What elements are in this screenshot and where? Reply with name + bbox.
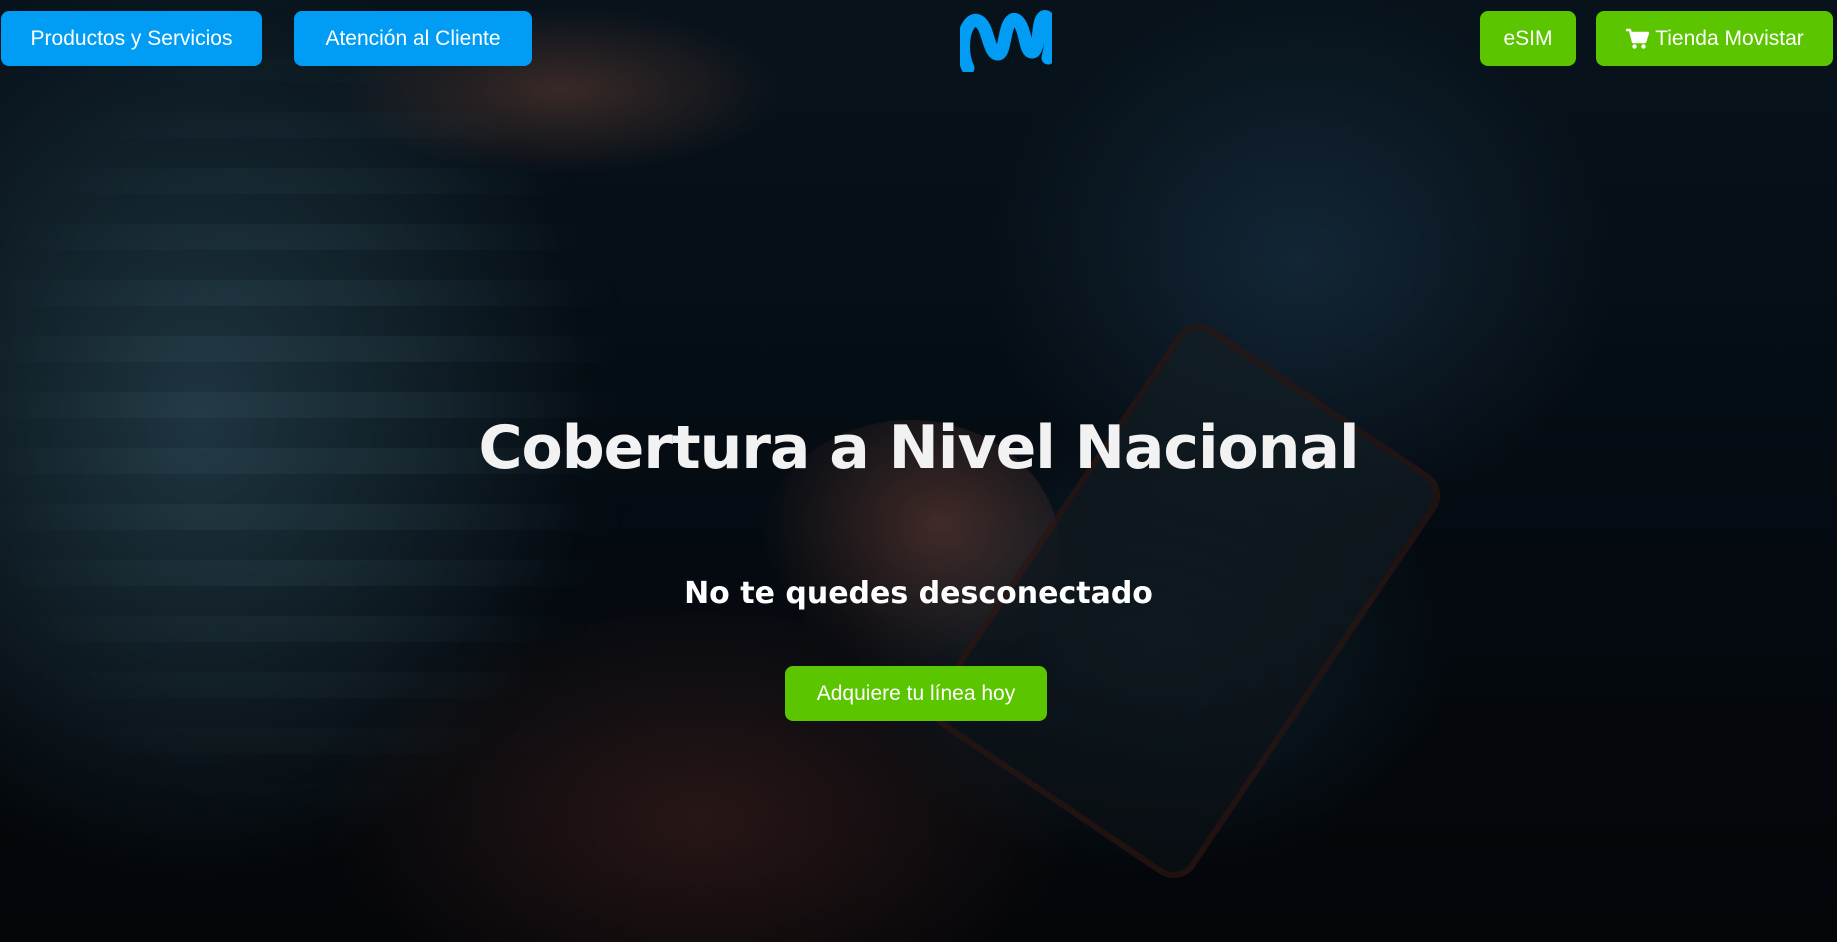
tienda-movistar-button[interactable]: Tienda Movistar [1596,11,1833,66]
tienda-movistar-label: Tienda Movistar [1655,26,1804,50]
movistar-logo-icon[interactable] [957,6,1058,75]
hero-section: Productos y Servicios Atención al Client… [0,0,1837,942]
esim-button[interactable]: eSIM [1480,11,1576,66]
hero-headline: Cobertura a Nivel Nacional [478,413,1359,483]
hero-subheadline: No te quedes desconectado [684,576,1153,611]
productos-servicios-button[interactable]: Productos y Servicios [1,11,262,66]
atencion-cliente-button[interactable]: Atención al Cliente [294,11,532,66]
cart-icon [1625,28,1650,50]
adquiere-linea-button[interactable]: Adquiere tu línea hoy [785,666,1047,721]
